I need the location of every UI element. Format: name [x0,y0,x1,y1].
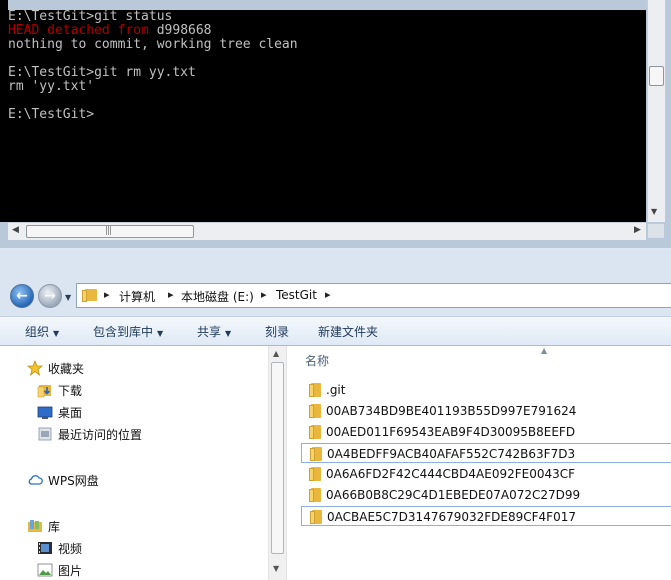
star-icon [27,360,43,376]
console-line: nothing to commit, working tree clean [8,38,298,52]
folder-icon [309,425,323,439]
share-button[interactable]: 共享 ▼ [197,323,231,340]
file-name: 0A6A6FD2F42C444CBD4AE092FE0043CF [326,467,576,481]
folder-icon [310,447,324,461]
file-row[interactable]: 0A6A6FD2F42C444CBD4AE092FE0043CF [301,464,671,484]
folder-icon [310,510,324,524]
video-icon [38,542,52,554]
console-text-segment: rm 'yy.txt' [8,79,95,94]
new-folder-button[interactable]: 新建文件夹 [318,323,378,340]
column-header[interactable]: 名称 ▲ [287,346,671,371]
navigation-pane-scroll-thumb[interactable] [271,362,284,554]
folder-icon [82,289,97,302]
address-box[interactable]: ▸ 计算机 ▸ 本地磁盘 (E:) ▸ TestGit ▸ [76,283,671,308]
chevron-down-icon: ▼ [225,329,232,338]
file-row[interactable]: 0A66B0B8C29C4D1EBEDE07A072C27D99 [301,485,671,505]
breadcrumb-separator-icon[interactable]: ▸ [261,288,267,301]
console-horizontal-scrollbar[interactable]: ◀ ||| ▶ [8,222,646,240]
breadcrumb-computer[interactable]: 计算机 [119,288,155,305]
console-window: E:\TestGit>git status HEAD detached from … [0,0,671,248]
breadcrumb-testgit[interactable]: TestGit [276,288,317,302]
recent-pages-dropdown-icon[interactable]: ▼ [65,293,71,302]
file-name: 00AB734BD9BE401193B55D997E791624 [326,404,577,418]
console-text-segment: E:\TestGit>git rm yy.txt [8,65,196,80]
file-row[interactable]: 0ACBAE5C7D3147679032FDE89CF4F017 [301,506,671,526]
console-output[interactable]: E:\TestGit>git status HEAD detached from … [8,10,646,222]
console-text-segment: E:\TestGit>git status [8,10,173,24]
forward-button[interactable]: → [38,284,62,308]
organize-button[interactable]: 组织 ▼ [25,323,59,340]
console-line: HEAD detached from d998668 [8,24,212,38]
file-row[interactable]: 0A4BEDFF9ACB40AFAF552C742B63F7D3 [301,443,671,463]
nav-libraries[interactable]: 库 [48,518,60,535]
library-icon [28,520,42,532]
breadcrumb-separator-icon[interactable]: ▸ [168,288,174,301]
file-name: 0A66B0B8C29C4D1EBEDE07A072C27D99 [326,488,581,502]
console-text-segment: nothing to commit, working tree clean [8,37,298,52]
folder-icon [309,488,323,502]
file-list-pane: 名称 ▲ .git 00AB734BD9BE401193B55D997E79162… [286,346,671,580]
console-line: E:\TestGit>git status [8,10,172,24]
chevron-down-icon: ▼ [157,329,164,338]
desktop-icon [37,406,53,419]
navigation-pane: 收藏夹 下载 桌面 最近访问的位置 WPS网盘 库 视频 图片 [0,346,268,580]
navigation-pane-scrollbar[interactable]: ▲ ▼ [268,346,286,580]
console-line: rm 'yy.txt' [8,80,94,94]
include-in-library-button[interactable]: 包含到库中 ▼ [93,323,163,340]
arrow-left-icon: ← [16,288,28,304]
nav-desktop[interactable]: 桌面 [58,404,82,421]
file-name: 0ACBAE5C7D3147679032FDE89CF4F017 [327,510,576,524]
arrow-right-icon: → [44,288,56,304]
command-bar: 组织 ▼ 包含到库中 ▼ 共享 ▼ 刻录 新建文件夹 [0,316,671,346]
picture-icon [37,563,53,577]
nav-downloads[interactable]: 下载 [58,382,82,399]
file-name: .git [326,383,346,397]
console-text-segment: E:\TestGit> [8,107,95,122]
nav-videos[interactable]: 视频 [58,540,82,557]
file-name: 0A4BEDFF9ACB40AFAF552C742B63F7D3 [327,447,576,461]
nav-favorites[interactable]: 收藏夹 [48,360,84,377]
nav-pictures[interactable]: 图片 [58,562,82,579]
folder-icon [309,467,323,481]
breadcrumb-separator-icon[interactable]: ▸ [325,288,331,301]
address-bar-area: ← → ▼ ▸ 计算机 ▸ 本地磁盘 (E:) ▸ TestGit ▸ [0,275,671,315]
scroll-left-arrow-icon[interactable]: ◀ [12,225,19,235]
folder-icon [309,404,323,418]
console-line: E:\TestGit>git rm yy.txt [8,66,196,80]
downloads-folder-icon [37,385,51,398]
console-horizontal-scroll-thumb[interactable]: ||| [26,225,194,238]
file-row[interactable]: 00AB734BD9BE401193B55D997E791624 [301,401,671,421]
scroll-grip-icon: ||| [105,226,112,236]
file-name: 00AED011F69543EAB9F4D30095B8EEFD [326,425,576,439]
scroll-down-arrow-icon[interactable]: ▼ [273,564,279,573]
console-line: E:\TestGit> [8,108,94,122]
scroll-right-arrow-icon[interactable]: ▶ [634,225,641,235]
column-name-header[interactable]: 名称 [305,352,329,369]
console-text-segment: d998668 [156,23,212,38]
folder-icon [309,383,323,397]
scroll-down-arrow-icon[interactable]: ▼ [651,207,657,216]
breadcrumb-separator-icon[interactable]: ▸ [104,288,110,301]
chevron-down-icon: ▼ [53,329,60,338]
burn-button[interactable]: 刻录 [265,323,289,340]
file-row[interactable]: 00AED011F69543EAB9F4D30095B8EEFD [301,422,671,442]
console-vertical-scroll-thumb[interactable] [649,66,664,86]
file-row[interactable]: .git [301,380,671,400]
explorer-window: ← → ▼ ▸ 计算机 ▸ 本地磁盘 (E:) ▸ TestGit ▸ 组织 ▼ … [0,250,671,580]
nav-wps-cloud[interactable]: WPS网盘 [48,472,99,489]
sort-ascending-icon: ▲ [541,346,548,355]
cloud-icon [28,475,43,485]
console-left-margin [0,0,8,222]
scroll-up-arrow-icon[interactable]: ▲ [273,349,279,358]
breadcrumb-local-disk[interactable]: 本地磁盘 (E:) [181,288,254,305]
console-vertical-scrollbar[interactable]: ▼ [647,0,665,222]
nav-recent-places[interactable]: 最近访问的位置 [58,426,142,443]
recent-places-icon [38,427,52,441]
back-button[interactable]: ← [10,284,34,308]
console-text-segment: HEAD detached from [8,23,157,38]
console-resize-corner[interactable] [648,224,664,238]
